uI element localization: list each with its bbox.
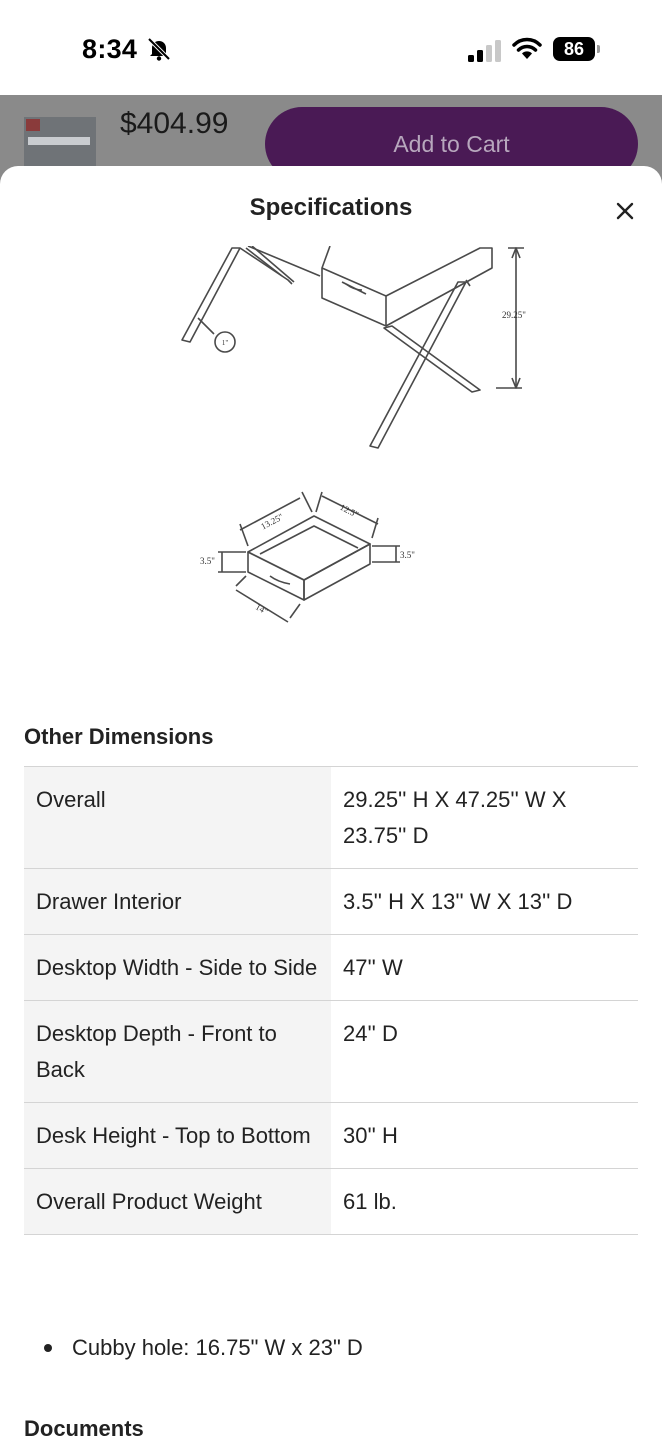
table-row: Desk Height - Top to Bottom 30'' H xyxy=(24,1102,638,1169)
drawer-right-height-label: 3.5" xyxy=(400,550,415,560)
drawer-back-width-label: 13.25" xyxy=(259,511,285,531)
dimension-label: Overall Product Weight xyxy=(24,1168,331,1235)
dimension-label: Desktop Depth - Front to Back xyxy=(24,1000,331,1103)
dimension-value: 29.25'' H X 47.25'' W X 23.75'' D xyxy=(331,766,638,869)
battery-level: 86 xyxy=(553,37,595,61)
dimension-value: 30'' H xyxy=(331,1102,638,1169)
other-dimensions-title: Other Dimensions xyxy=(24,724,214,749)
dimension-value: 3.5'' H X 13'' W X 13'' D xyxy=(331,868,638,935)
documents-title: Documents xyxy=(24,1416,144,1440)
dimensions-table: Overall 29.25'' H X 47.25'' W X 23.75'' … xyxy=(24,766,638,1235)
table-row: Drawer Interior 3.5'' H X 13'' W X 13'' … xyxy=(24,868,638,935)
product-price: $404.99 xyxy=(120,107,229,140)
drawer-left-height-label: 3.5" xyxy=(200,556,215,566)
list-item: Cubby hole: 16.75" W x 23" D xyxy=(44,1332,363,1364)
dimension-label: Desk Height - Top to Bottom xyxy=(24,1102,331,1169)
wifi-icon xyxy=(512,37,542,59)
dimension-drawing: 1" 29.25" 13.25" 12.5" 3.5" 3.5" 14" xyxy=(181,246,526,623)
dimension-label: Drawer Interior xyxy=(24,868,331,935)
product-thumbnail xyxy=(24,117,96,169)
spec-bullets: Cubby hole: 16.75" W x 23" D xyxy=(44,1332,363,1364)
table-row: Overall 29.25'' H X 47.25'' W X 23.75'' … xyxy=(24,766,638,869)
dimension-value: 47'' W xyxy=(331,934,638,1001)
sheet-title: Specifications xyxy=(249,194,413,221)
dimension-value: 61 lb. xyxy=(331,1168,638,1235)
bell-off-icon xyxy=(147,37,171,61)
bullet-dot-icon xyxy=(44,1344,52,1352)
specifications-sheet: Specifications 1" 29.25" 13.25" 12.5" 3.… xyxy=(0,166,662,1440)
table-row: Desktop Depth - Front to Back 24'' D xyxy=(24,1000,638,1103)
drawer-front-width-label: 14" xyxy=(254,602,270,617)
table-row: Overall Product Weight 61 lb. xyxy=(24,1168,638,1235)
dimension-label: Overall xyxy=(24,766,331,869)
table-row: Desktop Width - Side to Side 47'' W xyxy=(24,934,638,1001)
battery-icon: 86 xyxy=(553,37,601,61)
close-icon[interactable] xyxy=(610,196,640,226)
drawer-depth-label: 12.5" xyxy=(338,502,360,520)
leg-label: 1" xyxy=(222,339,229,347)
dimension-value: 24'' D xyxy=(331,1000,638,1103)
desk-height-label: 29.25" xyxy=(502,310,526,320)
status-time: 8:34 xyxy=(82,34,138,64)
status-bar: 8:34 86 xyxy=(0,0,662,95)
cellular-signal-icon xyxy=(468,40,501,62)
list-item-text: Cubby hole: 16.75" W x 23" D xyxy=(72,1335,363,1360)
dimension-label: Desktop Width - Side to Side xyxy=(24,934,331,1001)
